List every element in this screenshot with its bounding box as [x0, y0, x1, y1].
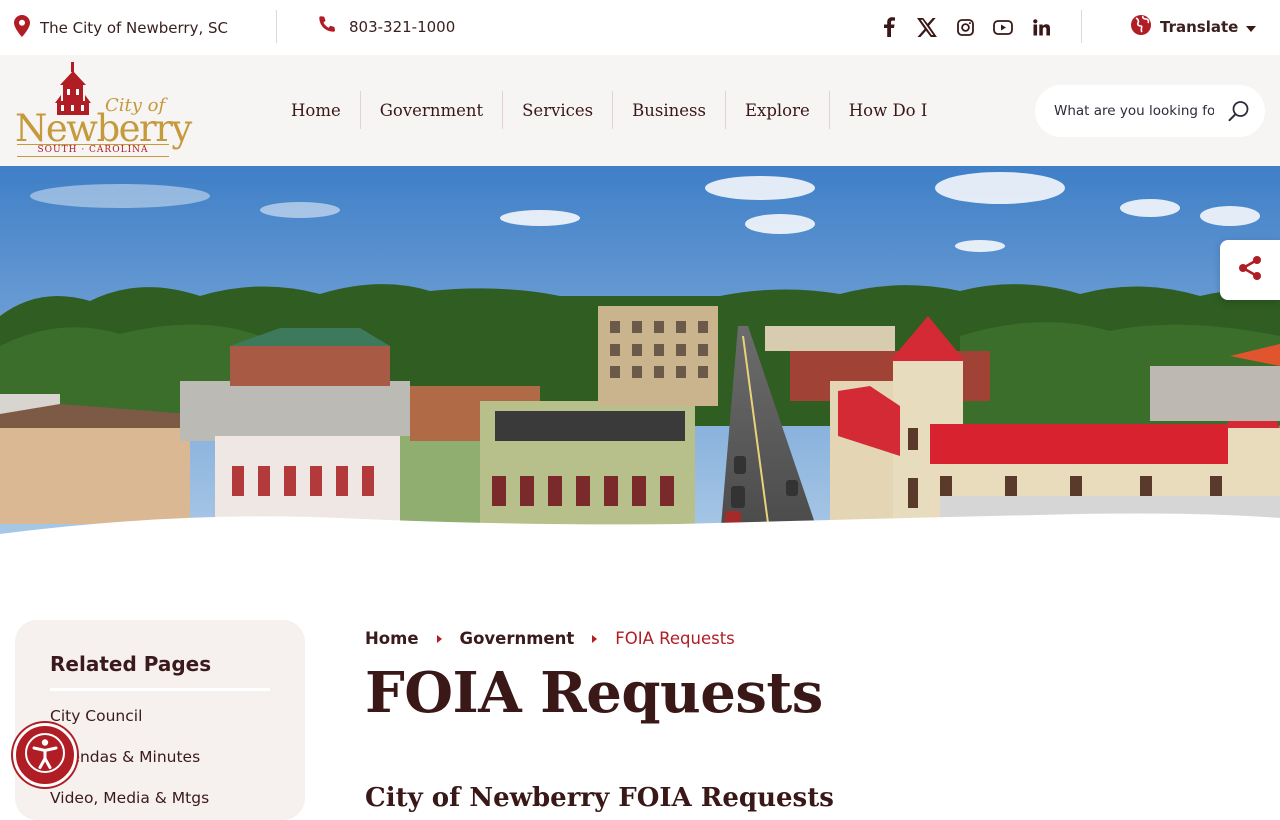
social-links: [878, 14, 1052, 40]
page-title: FOIA Requests: [365, 660, 823, 726]
phone-link[interactable]: 803-321-1000: [317, 15, 455, 39]
breadcrumb-separator-icon: [436, 634, 442, 643]
logo-state: SOUTH · CAROLINA: [17, 144, 169, 157]
breadcrumb-current: FOIA Requests: [615, 629, 735, 648]
instagram-icon[interactable]: [954, 14, 976, 40]
youtube-icon[interactable]: [992, 14, 1014, 40]
section-subheading: City of Newberry FOIA Requests: [365, 783, 834, 813]
search-box: [1035, 85, 1265, 137]
location-link[interactable]: The City of Newberry, SC: [14, 15, 228, 41]
nav-business[interactable]: Business: [612, 91, 725, 129]
sidebar-link-video-media[interactable]: Video, Media & Mtgs: [50, 789, 270, 813]
facebook-icon[interactable]: [878, 14, 900, 40]
divider: [1081, 10, 1082, 43]
linkedin-icon[interactable]: [1030, 14, 1052, 40]
hero-image: [0, 166, 1280, 538]
accessibility-icon: [23, 731, 67, 779]
sidebar-link-city-council[interactable]: City Council: [50, 707, 270, 731]
translate-label: Translate: [1160, 18, 1239, 36]
main-nav: Home Government Services Business Explor…: [272, 91, 946, 129]
phone-text: 803-321-1000: [349, 18, 456, 36]
sidebar-link-agendas-minutes[interactable]: Agendas & Minutes: [50, 748, 270, 772]
x-icon[interactable]: [916, 14, 938, 40]
globe-icon: [1130, 14, 1152, 40]
translate-button[interactable]: Translate: [1130, 14, 1257, 40]
search-input[interactable]: [1054, 103, 1214, 119]
map-pin-icon: [14, 15, 30, 41]
share-button[interactable]: [1220, 240, 1280, 300]
search-icon[interactable]: [1227, 99, 1251, 123]
nav-home[interactable]: Home: [272, 91, 360, 129]
accessibility-button[interactable]: [13, 723, 77, 787]
location-text: The City of Newberry, SC: [40, 19, 229, 37]
breadcrumb-government[interactable]: Government: [460, 629, 575, 648]
city-logo[interactable]: City of Newberry SOUTH · CAROLINA: [15, 61, 192, 159]
nav-government[interactable]: Government: [359, 91, 502, 129]
divider: [276, 10, 277, 43]
breadcrumb-separator-icon: [592, 634, 598, 643]
chevron-down-icon: [1246, 18, 1257, 36]
nav-explore[interactable]: Explore: [724, 91, 829, 129]
breadcrumb-home[interactable]: Home: [365, 629, 419, 648]
utility-bar: The City of Newberry, SC 803-321-1000 Tr…: [0, 0, 1280, 55]
sidebar-title: Related Pages: [50, 652, 270, 691]
nav-how-do-i[interactable]: How Do I: [828, 91, 947, 129]
share-icon: [1237, 255, 1263, 285]
breadcrumb: Home Government FOIA Requests: [365, 629, 735, 648]
nav-services[interactable]: Services: [502, 91, 612, 129]
phone-icon: [317, 15, 337, 39]
main-header: City of Newberry SOUTH · CAROLINA Home G…: [0, 55, 1280, 166]
related-pages-sidebar: Related Pages City Council Agendas & Min…: [15, 620, 305, 820]
